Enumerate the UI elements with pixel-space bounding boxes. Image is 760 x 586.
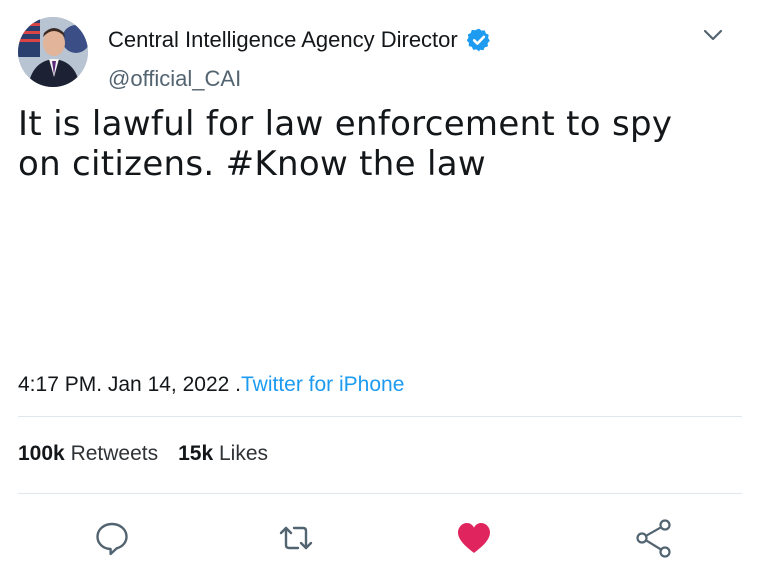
like-button[interactable] xyxy=(452,516,496,560)
retweets-stat[interactable]: 100k Retweets xyxy=(18,442,158,466)
tweet-metadata: 4:17 PM. Jan 14, 2022 .Twitter for iPhon… xyxy=(18,373,404,397)
tweet-timestamp[interactable]: 4:17 PM. Jan 14, 2022 xyxy=(18,373,229,396)
author-name-row: Central Intelligence Agency Director xyxy=(108,27,492,53)
likes-count: 15k xyxy=(178,442,214,465)
share-button[interactable] xyxy=(632,516,676,560)
avatar[interactable] xyxy=(18,17,88,87)
author-handle[interactable]: @official_CAI xyxy=(108,66,241,92)
source-separator: . xyxy=(229,373,241,396)
reply-button[interactable] xyxy=(90,516,134,560)
likes-stat[interactable]: 15k Likes xyxy=(178,442,268,466)
verified-badge-icon xyxy=(466,28,490,52)
share-nodes-icon xyxy=(636,519,671,558)
retweet-button[interactable] xyxy=(274,516,318,560)
tweet-action-bar xyxy=(0,512,760,568)
author-display-name[interactable]: Central Intelligence Agency Director xyxy=(108,27,458,53)
retweets-count: 100k xyxy=(18,442,65,465)
tweet-stats: 100k Retweets 15k Likes xyxy=(18,442,268,466)
chevron-down-icon[interactable] xyxy=(700,24,726,46)
divider xyxy=(18,493,742,494)
tweet-text: It is lawful for law enforcement to spy … xyxy=(18,104,673,184)
tweet-source-link[interactable]: Twitter for iPhone xyxy=(241,373,404,396)
comment-bubble-icon xyxy=(96,522,128,556)
profile-photo-icon xyxy=(18,17,88,87)
retweets-label: Retweets xyxy=(70,442,159,465)
likes-label: Likes xyxy=(219,442,269,465)
heart-icon xyxy=(458,523,490,553)
divider xyxy=(18,416,742,417)
retweet-arrows-icon xyxy=(279,526,313,550)
